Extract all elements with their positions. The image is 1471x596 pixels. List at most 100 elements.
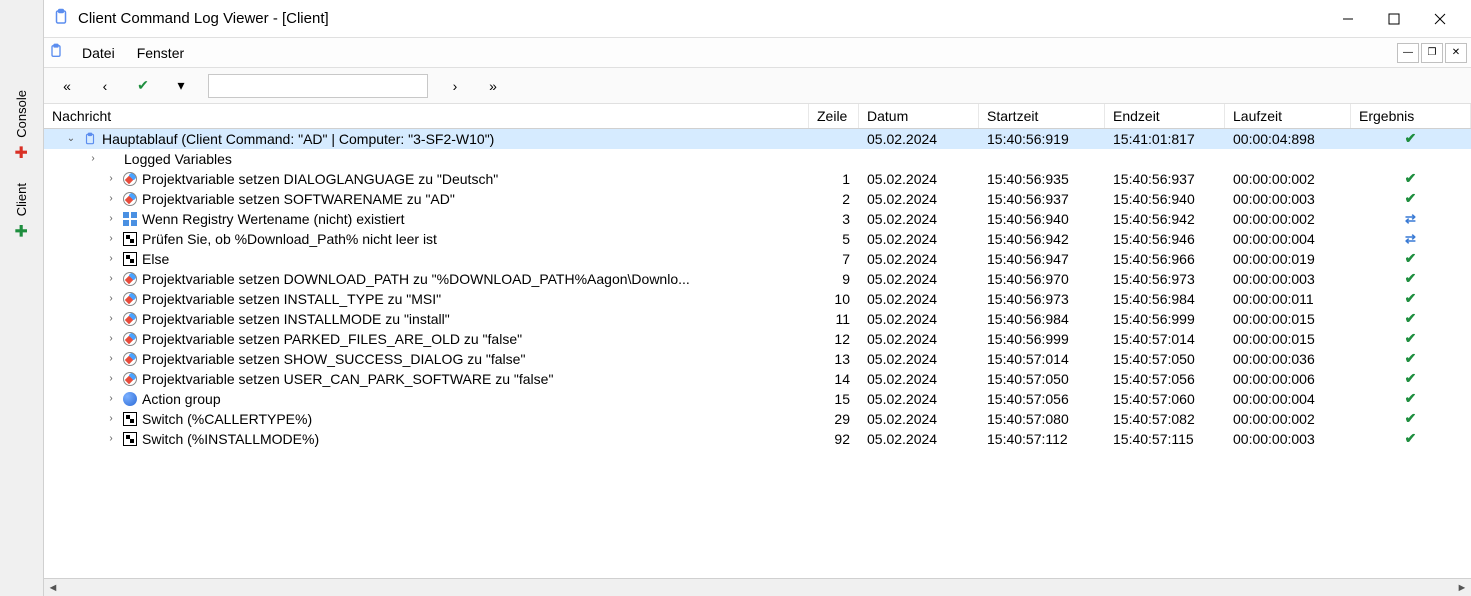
col-header-start[interactable]: Startzeit — [979, 104, 1105, 129]
chevron-right-icon[interactable]: › — [104, 192, 118, 206]
col-header-runtime[interactable]: Laufzeit — [1225, 104, 1351, 129]
skip-icon: ⇄ — [1405, 231, 1416, 246]
table-row[interactable]: ›Projektvariable setzen INSTALLMODE zu "… — [44, 309, 1471, 329]
chevron-right-icon[interactable]: › — [104, 212, 118, 226]
row-run: 00:00:00:003 — [1225, 429, 1351, 449]
chevron-right-icon[interactable]: › — [104, 352, 118, 366]
close-button[interactable] — [1417, 4, 1463, 34]
scroll-left-button[interactable]: ◄ — [44, 580, 62, 596]
table-row[interactable]: ›Logged Variables — [44, 149, 1471, 169]
toolbar: « ‹ ✔ ▾ › » — [44, 68, 1471, 104]
col-header-end[interactable]: Endzeit — [1105, 104, 1225, 129]
table-row[interactable]: ›Projektvariable setzen SHOW_SUCCESS_DIA… — [44, 349, 1471, 369]
table-row[interactable]: ›Switch (%INSTALLMODE%)9205.02.202415:40… — [44, 429, 1471, 449]
table-row[interactable]: ›Wenn Registry Wertename (nicht) existie… — [44, 209, 1471, 229]
filter-dropdown-button[interactable]: ▾ — [166, 73, 196, 99]
menu-bar: Datei Fenster — ❐ ✕ — [44, 38, 1471, 68]
sidebar-tab-console[interactable]: ✚ Console — [8, 80, 35, 173]
mdi-close-button[interactable]: ✕ — [1445, 43, 1467, 63]
chevron-right-icon[interactable]: › — [104, 312, 118, 326]
row-line — [809, 149, 859, 169]
table-row[interactable]: ›Projektvariable setzen INSTALL_TYPE zu … — [44, 289, 1471, 309]
maximize-button[interactable] — [1371, 4, 1417, 34]
row-end: 15:40:57:056 — [1105, 369, 1225, 389]
chevron-down-icon[interactable]: ⌄ — [64, 132, 78, 146]
chevron-right-icon[interactable]: › — [104, 412, 118, 426]
nav-next-button[interactable]: › — [440, 73, 470, 99]
chevron-right-icon[interactable]: › — [86, 152, 100, 166]
row-result: ✔ — [1351, 409, 1471, 429]
group-icon — [122, 391, 138, 407]
table-row[interactable]: ›Projektvariable setzen DIALOGLANGUAGE z… — [44, 169, 1471, 189]
table-row[interactable]: ›Action group1505.02.202415:40:57:05615:… — [44, 389, 1471, 409]
row-start: 15:40:56:937 — [979, 189, 1105, 209]
row-start: 15:40:56:919 — [979, 129, 1105, 149]
row-run: 00:00:00:004 — [1225, 389, 1351, 409]
chevron-right-icon[interactable]: › — [104, 172, 118, 186]
nav-prev-button[interactable]: ‹ — [90, 73, 120, 99]
chevron-right-icon[interactable]: › — [104, 292, 118, 306]
row-run — [1225, 149, 1351, 169]
table-row[interactable]: ›Projektvariable setzen USER_CAN_PARK_SO… — [44, 369, 1471, 389]
row-message: Switch (%INSTALLMODE%) — [142, 431, 319, 447]
row-run: 00:00:00:002 — [1225, 409, 1351, 429]
row-start: 15:40:56:984 — [979, 309, 1105, 329]
chevron-right-icon[interactable]: › — [104, 432, 118, 446]
chevron-right-icon[interactable]: › — [104, 252, 118, 266]
col-header-message[interactable]: Nachricht — [44, 104, 809, 129]
sidebar-tab-label: Client — [14, 183, 29, 216]
nav-first-button[interactable]: « — [52, 73, 82, 99]
row-line: 15 — [809, 389, 859, 409]
left-sidebar: ✚ Console ✚ Client — [0, 0, 44, 596]
col-header-date[interactable]: Datum — [859, 104, 979, 129]
chevron-right-icon[interactable]: › — [104, 232, 118, 246]
row-end: 15:41:01:817 — [1105, 129, 1225, 149]
row-line: 12 — [809, 329, 859, 349]
clipboard-icon — [52, 8, 70, 29]
row-date: 05.02.2024 — [859, 269, 979, 289]
skip-icon: ⇄ — [1405, 211, 1416, 226]
table-row[interactable]: ›Else705.02.202415:40:56:94715:40:56:966… — [44, 249, 1471, 269]
chevron-right-icon[interactable]: › — [104, 392, 118, 406]
check-icon: ✔ — [1405, 330, 1417, 346]
row-result: ✔ — [1351, 269, 1471, 289]
row-end: 15:40:57:060 — [1105, 389, 1225, 409]
table-row[interactable]: ›Prüfen Sie, ob %Download_Path% nicht le… — [44, 229, 1471, 249]
col-header-line[interactable]: Zeile — [809, 104, 859, 129]
table-row[interactable]: ›Projektvariable setzen DOWNLOAD_PATH zu… — [44, 269, 1471, 289]
chevron-right-icon[interactable]: › — [104, 272, 118, 286]
table-row[interactable]: ›Projektvariable setzen SOFTWARENAME zu … — [44, 189, 1471, 209]
nav-last-button[interactable]: » — [478, 73, 508, 99]
chevron-right-icon[interactable]: › — [104, 332, 118, 346]
table-row[interactable]: ⌄Hauptablauf (Client Command: "AD" | Com… — [44, 129, 1471, 149]
row-run: 00:00:00:006 — [1225, 369, 1351, 389]
chevron-right-icon[interactable]: › — [104, 372, 118, 386]
scroll-right-button[interactable]: ► — [1453, 580, 1471, 596]
row-date: 05.02.2024 — [859, 349, 979, 369]
menu-window[interactable]: Fenster — [127, 41, 194, 65]
row-result: ✔ — [1351, 329, 1471, 349]
variable-icon — [122, 331, 138, 347]
table-row[interactable]: ›Projektvariable setzen PARKED_FILES_ARE… — [44, 329, 1471, 349]
col-header-result[interactable]: Ergebnis — [1351, 104, 1471, 129]
check-icon: ✔ — [1405, 410, 1417, 426]
row-end: 15:40:56:966 — [1105, 249, 1225, 269]
variable-icon — [122, 191, 138, 207]
row-date: 05.02.2024 — [859, 169, 979, 189]
mdi-minimize-button[interactable]: — — [1397, 43, 1419, 63]
horizontal-scrollbar[interactable]: ◄ ► — [44, 578, 1471, 596]
row-date: 05.02.2024 — [859, 409, 979, 429]
row-run: 00:00:00:011 — [1225, 289, 1351, 309]
minimize-button[interactable] — [1325, 4, 1371, 34]
row-line: 7 — [809, 249, 859, 269]
row-start: 15:40:56:942 — [979, 229, 1105, 249]
filter-success-button[interactable]: ✔ — [128, 73, 158, 99]
row-start: 15:40:57:080 — [979, 409, 1105, 429]
row-start: 15:40:56:999 — [979, 329, 1105, 349]
log-grid[interactable]: Nachricht Zeile Datum Startzeit Endzeit … — [44, 104, 1471, 578]
table-row[interactable]: ›Switch (%CALLERTYPE%)2905.02.202415:40:… — [44, 409, 1471, 429]
menu-file[interactable]: Datei — [72, 41, 125, 65]
search-input[interactable] — [208, 74, 428, 98]
sidebar-tab-client[interactable]: ✚ Client — [8, 173, 35, 251]
mdi-restore-button[interactable]: ❐ — [1421, 43, 1443, 63]
